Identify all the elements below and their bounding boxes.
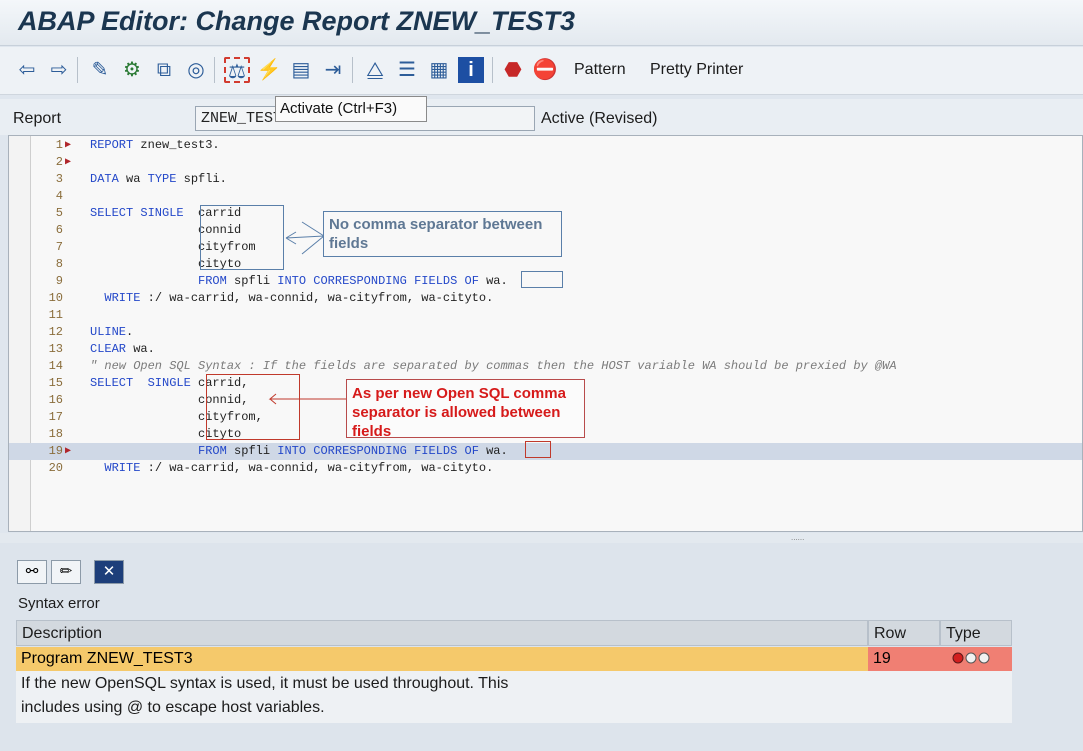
toolbar-separator [214,57,215,83]
fields-box-comma [206,374,300,440]
back-arrow-icon[interactable]: ⇦ [14,57,40,83]
wa-box-new [525,441,551,458]
error-type-icon [940,647,1012,671]
line-number: 4 [55,189,63,203]
syntax-error-panel: ⚯ ✏ ✕ Syntax error Description Row Type … [0,543,1083,751]
line-marker-icon: ▶ [65,446,72,457]
activate-icon[interactable]: ⚡ [256,57,282,83]
code-text: WRITE :/ wa-carrid, wa-connid, wa-cityfr… [104,291,494,305]
code-text: DATA wa TYPE spfli. [90,172,227,186]
glasses-icon[interactable]: ⚯ [17,560,47,584]
line-number: 17 [48,410,63,424]
splitter-grip[interactable]: ...... [791,533,804,542]
pretty-printer-button[interactable]: Pretty Printer [650,61,743,79]
stop-icon[interactable]: ⛔ [532,57,558,83]
activate-tooltip: Activate (Ctrl+F3) [275,96,427,122]
test-icon[interactable]: ▤ [288,57,314,83]
code-text: FROM spfli INTO CORRESPONDING FIELDS OF … [198,274,508,288]
pencil-icon[interactable]: ✏ [51,560,81,584]
red-arrow-connector [268,393,347,405]
code-text: REPORT znew_test3. [90,138,220,152]
code-line[interactable]: 12 ULINE. [9,324,1082,341]
line-number: 9 [55,274,63,288]
code-line[interactable]: 1 ▶ REPORT znew_test3. [9,137,1082,154]
line-number: 14 [48,359,63,373]
set-breakpoint-icon[interactable]: ⬣ [500,57,526,83]
column-header-type[interactable]: Type [940,620,1012,646]
code-text: WRITE :/ wa-carrid, wa-connid, wa-cityfr… [104,461,494,475]
code-line[interactable]: 11 [9,307,1082,324]
line-number: 16 [48,393,63,407]
activate-toggle-icon[interactable]: ⧉ [151,57,177,83]
line-number: 19 [48,444,63,458]
annotation-comma-allowed: As per new Open SQL comma separator is a… [346,379,585,440]
line-number: 13 [48,342,63,356]
line-number: 1 [55,138,63,152]
error-message-line-1: If the new OpenSQL syntax is used, it mu… [21,675,509,692]
toolbar-separator [77,57,78,83]
line-number: 3 [55,172,63,186]
other-object-icon[interactable]: ⚙ [119,57,145,83]
code-line[interactable]: 14 " new Open SQL Syntax : If the fields … [9,358,1082,375]
line-number: 2 [55,155,63,169]
line-number: 15 [48,376,63,390]
line-number: 18 [48,427,63,441]
application-toolbar: ⇦ ⇨ ✎ ⚙ ⧉ ◎ ⚖ ⚡ ▤ ⇥ ⧋ ☰ ▦ i ⬣ ⛔ Pattern … [0,47,1083,95]
code-text: " new Open SQL Syntax : If the fields ar… [90,359,897,373]
object-list-icon[interactable]: ⇥ [320,57,346,83]
column-header-row[interactable]: Row [868,620,940,646]
line-marker-icon: ▶ [65,157,72,168]
code-line[interactable]: 4 [9,188,1082,205]
line-number: 7 [55,240,63,254]
line-number: 12 [48,325,63,339]
code-editor[interactable]: 1 ▶ REPORT znew_test3. 2 ▶ 3 DATA wa TYPE spfl… [8,135,1083,532]
check-icon[interactable]: ⚖ [224,57,250,83]
error-message-line-2: includes using @ to escape host variable… [21,699,325,716]
code-line[interactable]: 2 ▶ [9,154,1082,171]
pattern-button[interactable]: Pattern [574,61,626,79]
line-number: 6 [55,223,63,237]
splitter[interactable]: ...... [0,533,1083,543]
toolbar-separator [492,57,493,83]
code-text: FROM spfli INTO CORRESPONDING FIELDS OF … [198,444,508,458]
code-line[interactable]: 13 CLEAR wa. [9,341,1082,358]
fields-box-no-comma [200,205,284,270]
stack-icon[interactable]: ▦ [426,57,452,83]
forward-arrow-icon[interactable]: ⇨ [46,57,72,83]
code-line[interactable]: 10 WRITE :/ wa-carrid, wa-connid, wa-cit… [9,290,1082,307]
hierarchy-icon[interactable]: ☰ [394,57,420,83]
annotation-no-comma: No comma separator between fields [323,211,562,257]
close-x-icon[interactable]: ✕ [94,560,124,584]
program-row-description[interactable]: Program ZNEW_TEST3 [16,647,868,671]
window-title: ABAP Editor: Change Report ZNEW_TEST3 [18,6,576,36]
line-number: 5 [55,206,63,220]
code-line[interactable]: 20 WRITE :/ wa-carrid, wa-connid, wa-cit… [9,460,1082,477]
line-number: 8 [55,257,63,271]
code-text: ULINE. [90,325,134,339]
navigation-window-icon[interactable]: ⧋ [362,57,388,83]
syntax-error-label: Syntax error [18,595,100,612]
line-number: 10 [48,291,63,305]
where-used-icon[interactable]: ◎ [183,57,209,83]
line-number: 20 [48,461,63,475]
error-message-area: If the new OpenSQL syntax is used, it mu… [16,671,1012,723]
traffic-light-icon [952,652,990,664]
code-line[interactable]: 3 DATA wa TYPE spfli. [9,171,1082,188]
report-label: Report [13,110,62,127]
column-header-description[interactable]: Description [16,620,868,646]
wa-box-old [521,271,563,288]
program-row-number[interactable]: 19 [868,647,940,671]
report-status: Active (Revised) [541,110,658,127]
report-row: Report ZNEW_TEST3 Active (Revised) [0,99,1083,135]
info-icon[interactable]: i [458,57,484,83]
line-marker-icon: ▶ [65,140,72,151]
display-change-icon[interactable]: ✎ [87,57,113,83]
code-text: CLEAR wa. [90,342,155,356]
line-number: 11 [48,308,63,322]
toolbar-separator [352,57,353,83]
title-bar: ABAP Editor: Change Report ZNEW_TEST3 [0,0,1083,46]
